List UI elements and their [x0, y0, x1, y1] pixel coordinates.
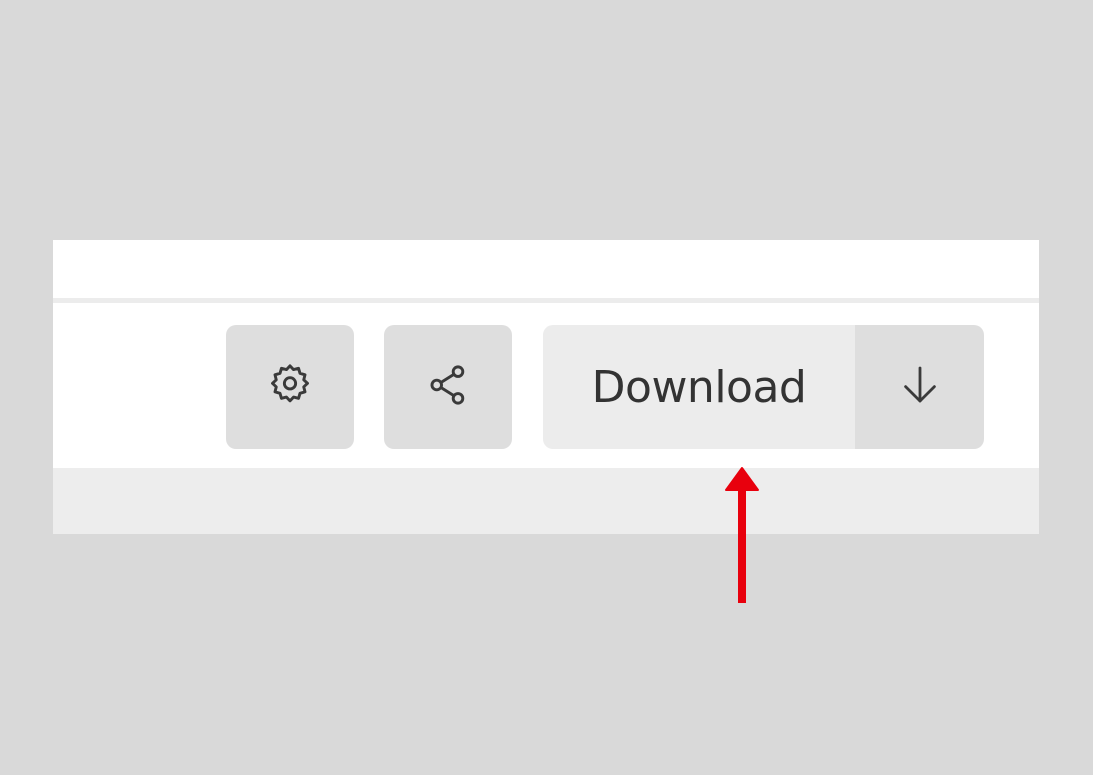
share-button[interactable]	[384, 325, 512, 449]
arrow-down-icon	[896, 361, 944, 413]
download-button[interactable]: Download	[543, 325, 855, 449]
share-icon	[423, 360, 473, 414]
content-strip	[53, 468, 1039, 534]
app-panel: Download	[53, 240, 1039, 534]
settings-button[interactable]	[226, 325, 354, 449]
download-arrow-button[interactable]	[855, 325, 984, 449]
download-split-button: Download	[543, 325, 984, 449]
download-label: Download	[591, 361, 807, 413]
toolbar: Download	[53, 303, 1039, 468]
top-bar	[53, 240, 1039, 298]
gear-icon	[265, 360, 315, 414]
